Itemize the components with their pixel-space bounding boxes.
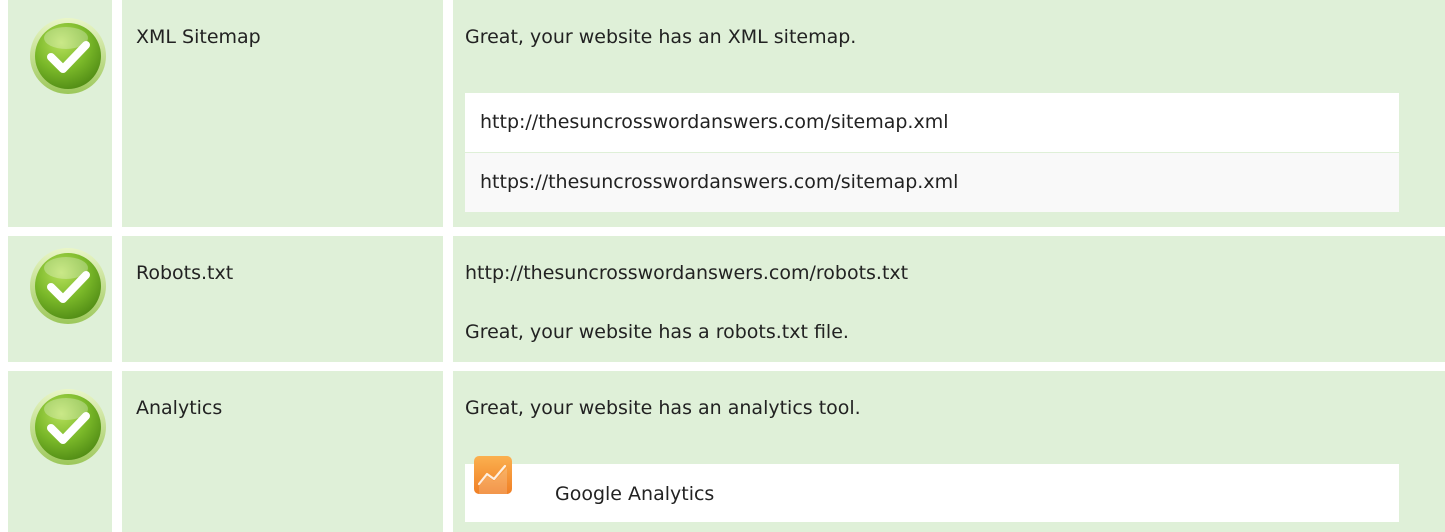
- result-row-xml-sitemap: XML Sitemap Great, your website has an X…: [0, 0, 1445, 227]
- result-message: Great, your website has an XML sitemap.: [465, 26, 857, 48]
- status-cell: [8, 236, 112, 362]
- robots-url[interactable]: http://thesuncrosswordanswers.com/robots…: [465, 261, 908, 285]
- check-circle-icon: [30, 389, 106, 465]
- sitemap-url[interactable]: http://thesuncrosswordanswers.com/sitema…: [480, 110, 948, 134]
- check-label-cell: XML Sitemap: [122, 0, 443, 227]
- check-circle-icon: [30, 18, 106, 94]
- sitemap-url-item: https://thesuncrosswordanswers.com/sitem…: [465, 153, 1399, 212]
- check-label: Robots.txt: [136, 262, 234, 284]
- analytics-tool-item: Google Analytics: [465, 456, 1399, 522]
- result-row-analytics: Analytics Great, your website has an ana…: [0, 371, 1445, 532]
- result-message: Great, your website has a robots.txt fil…: [465, 321, 849, 343]
- result-message: Great, your website has an analytics too…: [465, 397, 861, 419]
- check-detail-cell: http://thesuncrosswordanswers.com/robots…: [453, 236, 1445, 362]
- sitemap-list: http://thesuncrosswordanswers.com/sitema…: [465, 93, 1399, 213]
- status-cell: [8, 0, 112, 227]
- check-label-cell: Analytics: [122, 371, 443, 532]
- seo-report-table: XML Sitemap Great, your website has an X…: [0, 0, 1445, 532]
- check-detail-cell: Great, your website has an XML sitemap. …: [453, 0, 1445, 227]
- sitemap-url[interactable]: https://thesuncrosswordanswers.com/sitem…: [480, 170, 958, 194]
- google-analytics-icon: [474, 456, 512, 494]
- check-detail-cell: Great, your website has an analytics too…: [453, 371, 1445, 532]
- check-circle-icon: [30, 248, 106, 324]
- analytics-tool-name: Google Analytics: [555, 483, 715, 505]
- result-row-robots-txt: Robots.txt http://thesuncrosswordanswers…: [0, 236, 1445, 362]
- check-label: XML Sitemap: [136, 26, 261, 48]
- check-label: Analytics: [136, 397, 223, 419]
- check-label-cell: Robots.txt: [122, 236, 443, 362]
- status-cell: [8, 371, 112, 532]
- sitemap-url-item: http://thesuncrosswordanswers.com/sitema…: [465, 93, 1399, 152]
